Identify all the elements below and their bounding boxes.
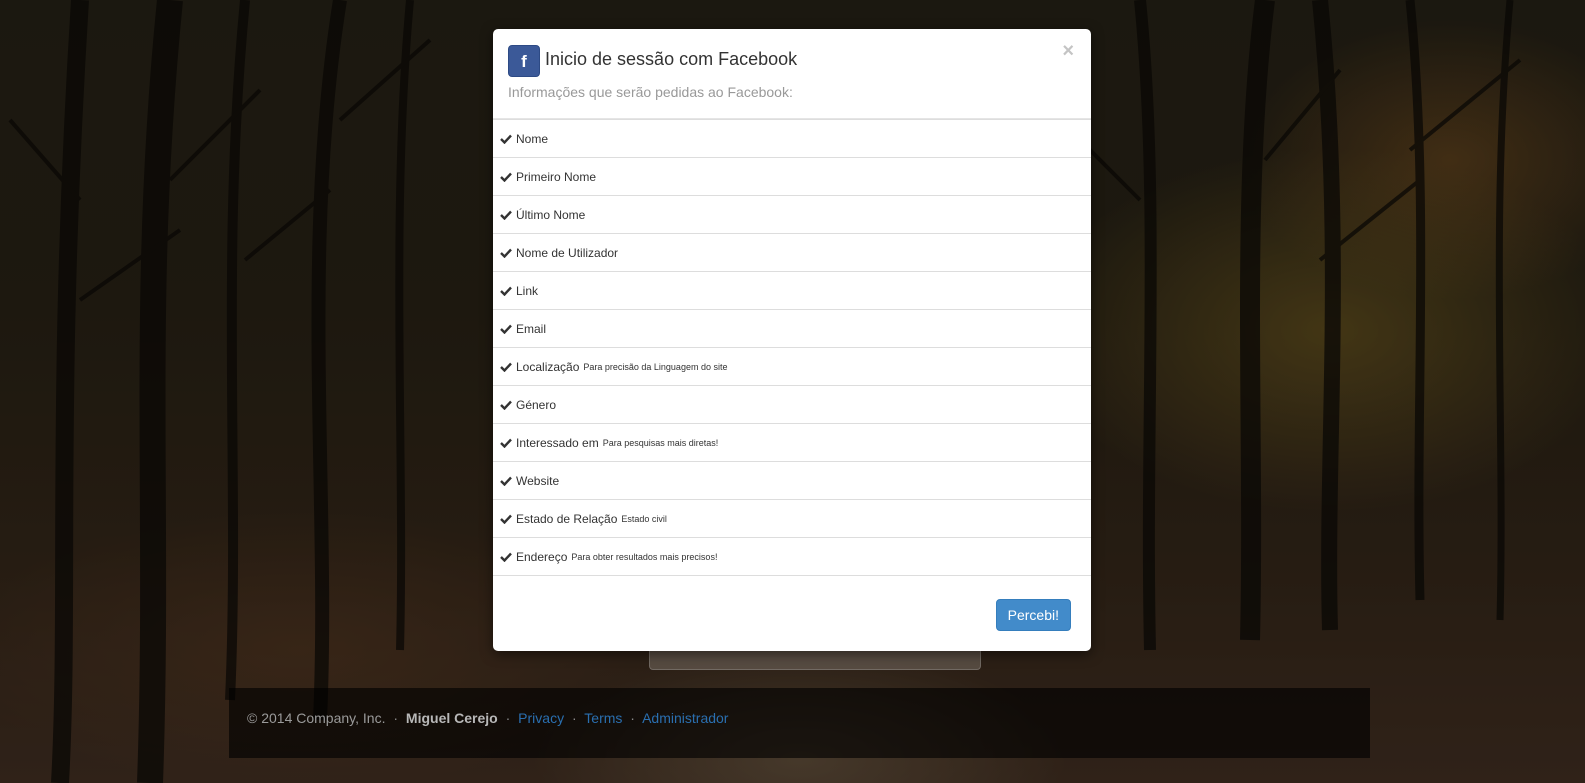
checkmark-icon (500, 552, 514, 562)
footer-copyright: © 2014 Company, Inc. (247, 710, 386, 726)
modal-footer: Percebi! (493, 579, 1091, 651)
checkmark-icon (500, 514, 514, 524)
checkmark-icon (500, 324, 514, 334)
item-note: Para obter resultados mais precisos! (571, 551, 718, 562)
item-label: Interessado em (516, 435, 599, 450)
footer-link-administrador[interactable]: Administrador (642, 710, 728, 726)
modal-subtitle: Informações que serão pedidas ao Faceboo… (508, 84, 793, 100)
list-item: Nome (493, 119, 1091, 158)
item-label: Último Nome (516, 207, 586, 222)
item-label: Localização (516, 359, 580, 374)
footer-separator: · (505, 710, 511, 726)
list-item: Link (493, 272, 1091, 310)
checkmark-icon (500, 438, 514, 448)
footer-link-privacy[interactable]: Privacy (518, 710, 564, 726)
list-item: Endereço Para obter resultados mais prec… (493, 538, 1091, 576)
list-item: Email (493, 310, 1091, 348)
item-label: Endereço (516, 549, 568, 564)
item-label: Estado de Relação (516, 511, 618, 526)
footer-separator: · (393, 710, 399, 726)
item-note: Para pesquisas mais diretas! (602, 437, 719, 448)
item-label: Nome (516, 131, 549, 146)
item-note: Para precisão da Linguagem do site (583, 361, 728, 372)
checkmark-icon (500, 172, 514, 182)
footer-separator: · (630, 710, 635, 726)
list-item: Website (493, 462, 1091, 500)
item-label: Link (516, 283, 539, 298)
modal-title: Inicio de sessão com Facebook (545, 49, 798, 69)
facebook-login-modal: f Inicio de sessão com Facebook Informaç… (493, 29, 1091, 651)
list-item: Último Nome (493, 196, 1091, 234)
modal-header: f Inicio de sessão com Facebook Informaç… (493, 29, 1091, 119)
close-icon[interactable]: × (1062, 41, 1074, 61)
footer-link-terms[interactable]: Terms (584, 710, 622, 726)
checkmark-icon (500, 476, 514, 486)
confirm-button[interactable]: Percebi! (995, 599, 1071, 631)
list-item: Interessado em Para pesquisas mais diret… (493, 424, 1091, 462)
checkmark-icon (500, 210, 514, 220)
page-footer: © 2014 Company, Inc. · Miguel Cerejo · P… (229, 688, 1370, 758)
list-item: Localização Para precisão da Linguagem d… (493, 348, 1091, 386)
list-item: Primeiro Nome (493, 158, 1091, 196)
checkmark-icon (500, 248, 514, 258)
item-note: Estado civil (621, 513, 667, 524)
item-label: Website (516, 473, 560, 488)
footer-separator: · (571, 710, 577, 726)
footer-author: Miguel Cerejo (405, 710, 498, 726)
facebook-icon: f (508, 45, 540, 77)
checkmark-icon (500, 134, 514, 144)
permissions-list: Nome Primeiro Nome Último Nome Nome de U… (493, 119, 1091, 576)
item-label: Email (516, 321, 547, 336)
checkmark-icon (500, 286, 514, 296)
item-label: Género (516, 397, 557, 412)
checkmark-icon (500, 362, 514, 372)
list-item: Nome de Utilizador (493, 234, 1091, 272)
item-label: Primeiro Nome (516, 169, 597, 184)
list-item: Estado de Relação Estado civil (493, 500, 1091, 538)
item-label: Nome de Utilizador (516, 245, 619, 260)
list-item: Género (493, 386, 1091, 424)
checkmark-icon (500, 400, 514, 410)
